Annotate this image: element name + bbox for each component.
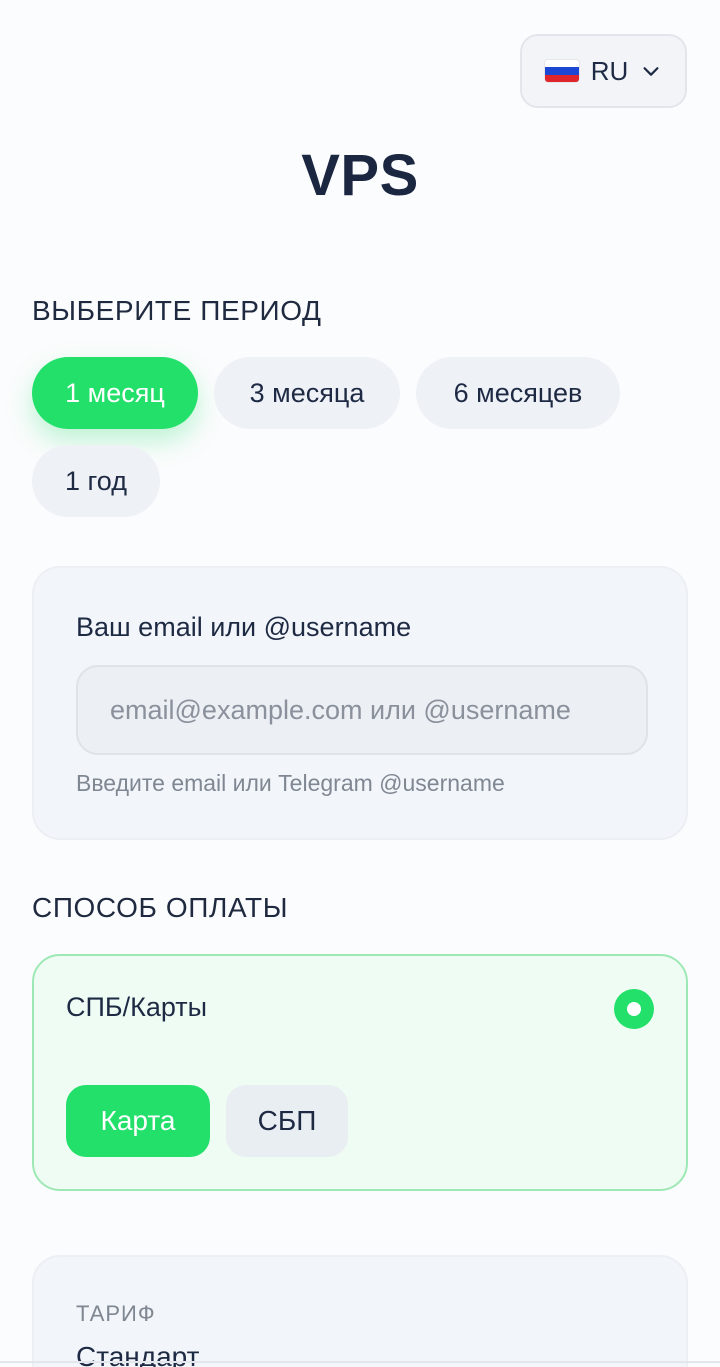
- tariff-label: ТАРИФ: [76, 1301, 156, 1326]
- period-option-3-months[interactable]: 3 месяца: [214, 357, 400, 429]
- contact-input[interactable]: [76, 665, 648, 755]
- checkout-page: RU VPS ВЫБЕРИТЕ ПЕРИОД 1 месяц 3 месяца …: [0, 0, 720, 1367]
- payment-method-name: СПБ/Карты: [66, 992, 208, 1022]
- contact-field-label: Ваш email или @username: [76, 612, 412, 642]
- order-summary-card: ТАРИФ Стандарт: [32, 1255, 688, 1367]
- payment-section-label: СПОСОБ ОПЛАТЫ: [32, 892, 289, 923]
- language-selector[interactable]: RU: [520, 34, 687, 108]
- payment-card-button[interactable]: Карта: [66, 1085, 210, 1157]
- page-title: VPS: [301, 143, 419, 208]
- chevron-down-icon: [643, 67, 659, 76]
- tariff-value: Стандарт: [76, 1341, 200, 1367]
- period-section-label: ВЫБЕРИТЕ ПЕРИОД: [32, 295, 322, 326]
- language-code: RU: [590, 55, 629, 86]
- russia-flag-icon: [544, 60, 579, 82]
- period-option-1-year[interactable]: 1 год: [32, 445, 160, 517]
- contact-card: Ваш email или @username Введите email ил…: [32, 566, 688, 840]
- payment-method-card[interactable]: СПБ/Карты Карта СБП: [32, 954, 688, 1191]
- payment-method-radio[interactable]: [614, 989, 654, 1029]
- period-option-6-months[interactable]: 6 месяцев: [416, 357, 620, 429]
- contact-field-hint: Введите email или Telegram @username: [76, 770, 505, 796]
- bottom-divider: [0, 1361, 720, 1363]
- period-option-1-month[interactable]: 1 месяц: [32, 357, 198, 429]
- payment-sbp-button[interactable]: СБП: [226, 1085, 348, 1157]
- radio-dot-icon: [627, 1002, 641, 1016]
